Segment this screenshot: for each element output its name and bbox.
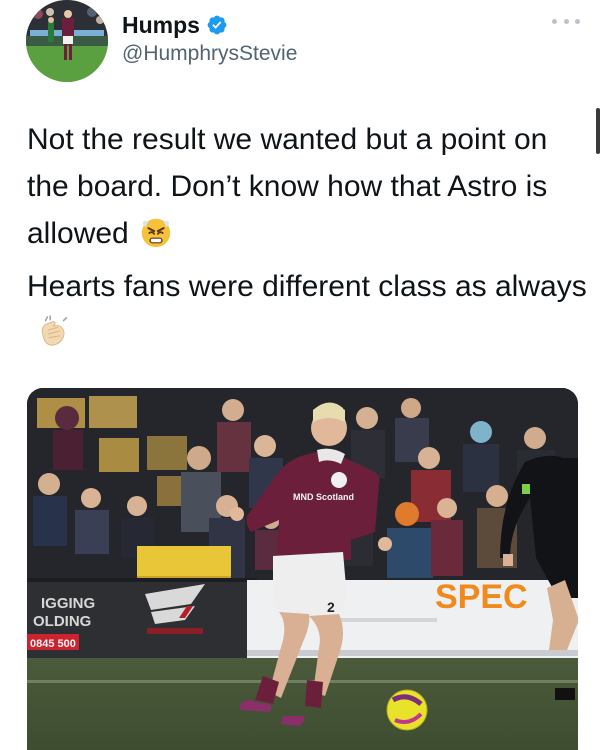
more-options-icon[interactable] [552, 14, 580, 28]
more-dot [563, 18, 569, 24]
tweet-paragraph-1: Not the result we wanted but a point on … [27, 116, 587, 257]
tweet-paragraph-2: Hearts fans were different class as alwa… [27, 263, 587, 357]
verified-badge-icon [207, 15, 227, 35]
handle[interactable]: @HumphrysStevie [122, 42, 297, 66]
scrollbar-thumb[interactable] [596, 108, 600, 154]
shorts-number: 2 [327, 599, 335, 615]
tweet-text: Not the result we wanted but a point on … [27, 116, 587, 357]
board-left-text-1: IGGING [41, 595, 95, 612]
more-dot [575, 18, 580, 24]
more-dot [552, 18, 557, 24]
steaming-angry-face-emoji [141, 218, 170, 248]
tweet-line-1: Not the result we wanted but a point on … [27, 123, 548, 250]
board-left-text-2: OLDING [33, 613, 91, 630]
tweet-photo[interactable]: IGGING OLDING 0845 500 SPEC MND Scotland… [27, 388, 578, 750]
avatar[interactable] [26, 0, 108, 82]
board-right-text: SPEC [435, 578, 528, 616]
board-left-text-3: 0845 500 [30, 638, 76, 650]
tweet-line-2: Hearts fans were different class as alwa… [27, 270, 587, 303]
shirt-sponsor-text: MND Scotland [293, 492, 354, 502]
name-row: Humps [122, 10, 228, 40]
display-name[interactable]: Humps [122, 12, 200, 39]
clapping-hands-emoji [41, 315, 68, 346]
tweet-header: Humps @HumphrysStevie [0, 0, 604, 90]
